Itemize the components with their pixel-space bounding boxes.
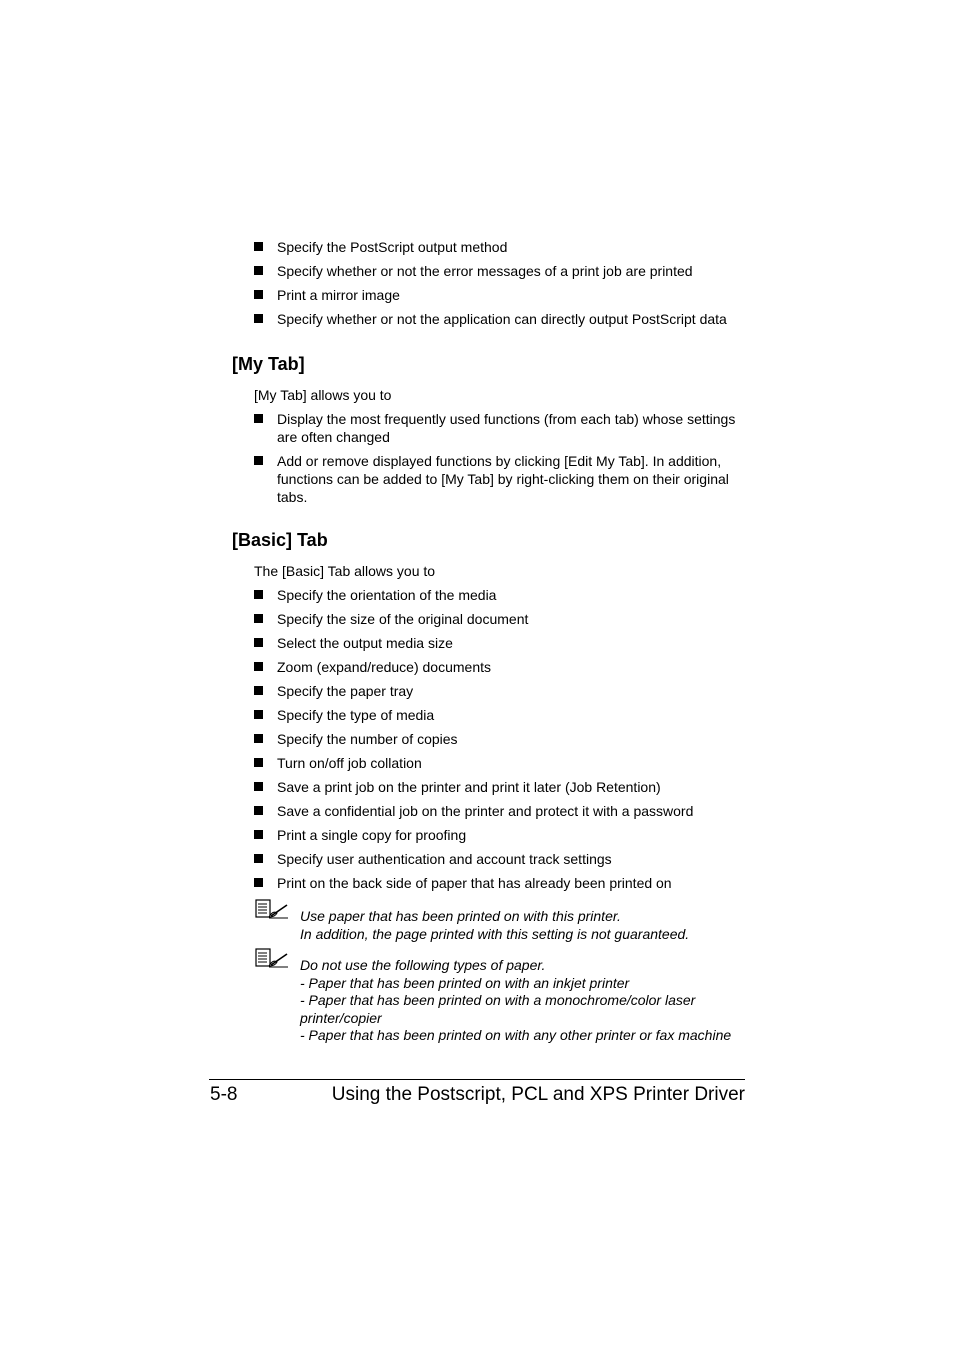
list-item: Specify whether or not the error message… (254, 262, 746, 280)
list-item: Print a mirror image (254, 286, 746, 304)
list-item: Select the output media size (254, 634, 746, 652)
list-item: Specify the paper tray (254, 682, 746, 700)
footer-divider (209, 1079, 745, 1080)
basic-tab-heading: [Basic] Tab (232, 530, 328, 550)
bullet-square-icon (254, 854, 263, 863)
list-item: Display the most frequently used functio… (254, 410, 746, 446)
bullet-square-icon (254, 456, 263, 465)
list-item: Specify the type of media (254, 706, 746, 724)
list-item: Specify the size of the original documen… (254, 610, 746, 628)
list-item: Turn on/off job collation (254, 754, 746, 772)
bullet-square-icon (254, 242, 263, 251)
note-text: Do not use the following types of paper.… (300, 957, 732, 1044)
bullet-square-icon (254, 614, 263, 623)
list-item: Add or remove displayed functions by cli… (254, 452, 746, 506)
bullet-square-icon (254, 830, 263, 839)
my-tab-heading: [My Tab] (232, 354, 305, 374)
footer-chapter-title: Using the Postscript, PCL and XPS Printe… (331, 1084, 745, 1105)
basic-tab-intro: The [Basic] Tab allows you to (254, 563, 436, 579)
bullet-square-icon (254, 314, 263, 323)
list-item: Specify user authentication and account … (254, 850, 746, 868)
list-item: Print on the back side of paper that has… (254, 874, 746, 892)
list-item: Print a single copy for proofing (254, 826, 746, 844)
footer-page-number: 5-8 (210, 1084, 238, 1105)
basic-tab-bullet-list: Specify the orientation of the media Spe… (254, 586, 746, 898)
my-tab-bullet-list: Display the most frequently used functio… (254, 410, 746, 512)
bullet-square-icon (254, 590, 263, 599)
note-block: Use paper that has been printed on with … (255, 899, 750, 943)
top-bullet-list: Specify the PostScript output method Spe… (254, 238, 746, 334)
my-tab-intro: [My Tab] allows you to (254, 387, 392, 403)
bullet-square-icon (254, 638, 263, 647)
note-pencil-icon (255, 899, 288, 919)
bullet-square-icon (254, 686, 263, 695)
bullet-square-icon (254, 662, 263, 671)
bullet-square-icon (254, 710, 263, 719)
list-item: Save a print job on the printer and prin… (254, 778, 746, 796)
bullet-square-icon (254, 266, 263, 275)
bullet-square-icon (254, 782, 263, 791)
list-item: Zoom (expand/reduce) documents (254, 658, 746, 676)
list-item: Save a confidential job on the printer a… (254, 802, 746, 820)
note-pencil-icon (255, 948, 288, 968)
bullet-square-icon (254, 290, 263, 299)
bullet-square-icon (254, 806, 263, 815)
bullet-square-icon (254, 758, 263, 767)
list-item: Specify the PostScript output method (254, 238, 746, 256)
note-block: Do not use the following types of paper.… (255, 948, 750, 1045)
list-item: Specify the number of copies (254, 730, 746, 748)
bullet-square-icon (254, 878, 263, 887)
note-text: Use paper that has been printed on with … (300, 908, 690, 942)
list-item: Specify the orientation of the media (254, 586, 746, 604)
list-item: Specify whether or not the application c… (254, 310, 746, 328)
document-page: Specify the PostScript output method Spe… (0, 0, 954, 1350)
bullet-square-icon (254, 414, 263, 423)
bullet-square-icon (254, 734, 263, 743)
